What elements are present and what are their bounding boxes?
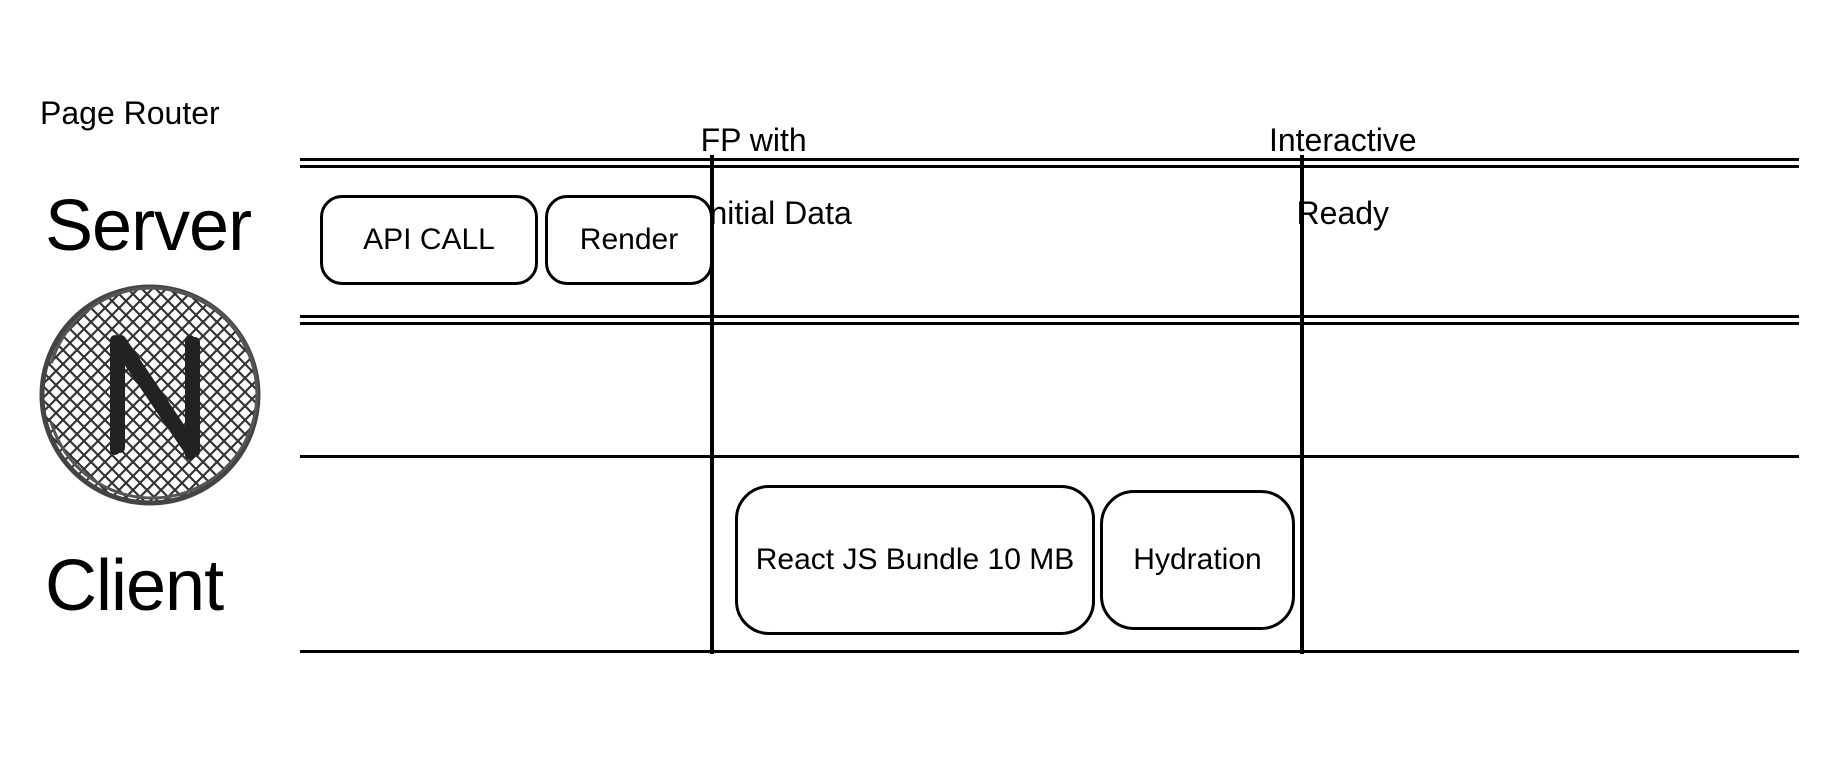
marker-ready-label: Interactive Ready	[1205, 85, 1445, 269]
marker-ready-line2: Ready	[1297, 195, 1390, 231]
lane-line-top	[300, 158, 1799, 161]
lane-line-mid2	[300, 455, 1799, 458]
diagram-title: Page Router	[40, 95, 220, 132]
lane-line-mid1	[300, 315, 1799, 318]
diagram-canvas: Page Router FP with Initial Data Interac…	[0, 0, 1829, 774]
lane-line-bottom	[300, 650, 1799, 653]
task-react-bundle-label: React JS Bundle 10 MB	[756, 543, 1075, 577]
lane-label-server: Server	[45, 185, 251, 267]
marker-ready-line1: Interactive	[1269, 122, 1417, 158]
nextjs-logo-icon	[35, 280, 265, 510]
task-react-bundle: React JS Bundle 10 MB	[735, 485, 1095, 635]
task-hydration: Hydration	[1100, 490, 1295, 630]
task-hydration-label: Hydration	[1133, 543, 1261, 577]
task-api-call-label: API CALL	[363, 223, 495, 257]
task-render-label: Render	[580, 223, 678, 257]
marker-fp-line2: Initial Data	[701, 195, 852, 231]
lane-label-client: Client	[45, 545, 223, 627]
marker-line-ready	[1300, 155, 1304, 654]
marker-fp-line1: FP with	[701, 122, 807, 158]
task-render: Render	[545, 195, 713, 285]
task-api-call: API CALL	[320, 195, 538, 285]
